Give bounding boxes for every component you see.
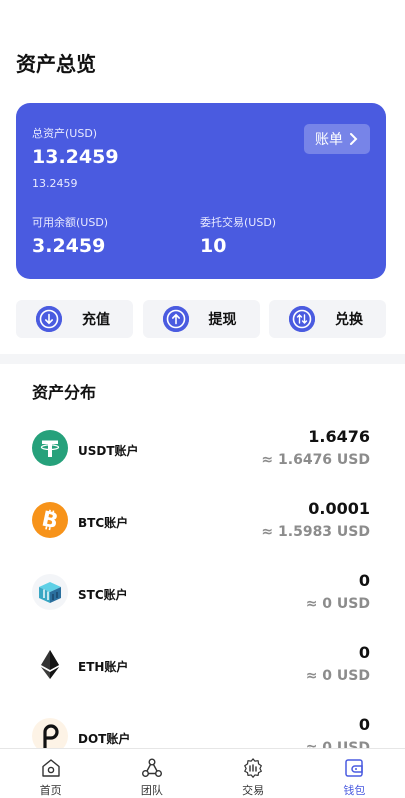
withdraw-icon xyxy=(162,306,189,332)
account-name: BTC账户 xyxy=(78,516,129,530)
entrusted-trade-label: 委托交易(USD) xyxy=(200,216,277,229)
available-balance-value: 3.2459 xyxy=(32,235,106,257)
account-amount: 1.6476 xyxy=(308,427,370,446)
eth-icon xyxy=(32,646,68,682)
asset-distribution-title: 资产分布 xyxy=(32,383,97,402)
stc-icon xyxy=(32,574,68,610)
deposit-button[interactable]: 充值 xyxy=(16,300,133,338)
withdraw-button[interactable]: 提现 xyxy=(142,300,260,338)
exchange-button[interactable]: 兑换 xyxy=(269,300,386,338)
list-item-btc-account[interactable]: B BTC账户 0.0001 ≈ 1.5983 USD xyxy=(0,484,405,556)
account-amount: 0 xyxy=(358,643,370,662)
total-assets-label: 总资产(USD) xyxy=(32,127,98,140)
withdraw-label: 提现 xyxy=(208,312,237,328)
bill-button[interactable]: 账单 xyxy=(304,124,370,154)
section-divider xyxy=(0,354,405,364)
tab-team[interactable]: 团队 xyxy=(101,749,202,798)
account-usd-value: ≈ 1.6476 USD xyxy=(261,452,370,468)
account-amount: 0 xyxy=(358,715,370,734)
list-item-eth-account[interactable]: ETH账户 0 ≈ 0 USD xyxy=(0,628,405,700)
list-item-stc-account[interactable]: STC账户 0 ≈ 0 USD xyxy=(0,556,405,628)
btc-icon: B xyxy=(32,502,68,538)
entrusted-trade-value: 10 xyxy=(200,235,227,257)
tab-home-label: 首页 xyxy=(39,784,62,797)
exchange-label: 兑换 xyxy=(335,312,363,328)
bill-button-label: 账单 xyxy=(315,132,343,148)
tab-trade[interactable]: 交易 xyxy=(203,749,304,798)
usdt-icon xyxy=(32,430,68,466)
asset-summary-card: 总资产(USD) 13.2459 13.2459 账单 可用余额(USD) 3.… xyxy=(16,103,386,279)
tab-trade-label: 交易 xyxy=(242,784,265,797)
total-assets-value: 13.2459 xyxy=(32,146,119,168)
deposit-label: 充值 xyxy=(82,312,110,328)
quick-actions: 充值 提现 兑换 xyxy=(16,300,386,338)
list-item-usdt-account[interactable]: USDT账户 1.6476 ≈ 1.6476 USD xyxy=(0,412,405,484)
page-title: 资产总览 xyxy=(16,52,96,76)
account-list: USDT账户 1.6476 ≈ 1.6476 USD B BTC账户 0.000… xyxy=(0,412,405,772)
account-usd-value: ≈ 0 USD xyxy=(305,668,370,684)
account-name: ETH账户 xyxy=(78,660,129,674)
tab-wallet-label: 钱包 xyxy=(343,784,366,797)
account-name: DOT账户 xyxy=(78,732,131,746)
available-balance-label: 可用余额(USD) xyxy=(32,216,109,229)
tab-team-label: 团队 xyxy=(140,784,163,797)
tab-wallet[interactable]: 钱包 xyxy=(304,749,405,798)
chevron-right-icon xyxy=(350,133,358,145)
account-usd-value: ≈ 0 USD xyxy=(305,596,370,612)
account-name: USDT账户 xyxy=(78,444,139,458)
team-icon xyxy=(141,758,162,777)
deposit-icon xyxy=(36,306,62,332)
account-usd-value: ≈ 1.5983 USD xyxy=(261,524,370,540)
account-amount: 0.0001 xyxy=(308,499,370,518)
total-assets-sub-value: 13.2459 xyxy=(32,177,78,190)
tab-home[interactable]: 首页 xyxy=(0,749,101,798)
bottom-tab-bar: 首页 团队 交易 钱包 xyxy=(0,748,405,798)
account-name: STC账户 xyxy=(78,588,128,602)
home-icon xyxy=(41,759,60,777)
exchange-icon xyxy=(289,306,315,332)
wallet-icon xyxy=(345,759,364,777)
account-amount: 0 xyxy=(358,571,370,590)
trade-icon xyxy=(244,758,263,778)
